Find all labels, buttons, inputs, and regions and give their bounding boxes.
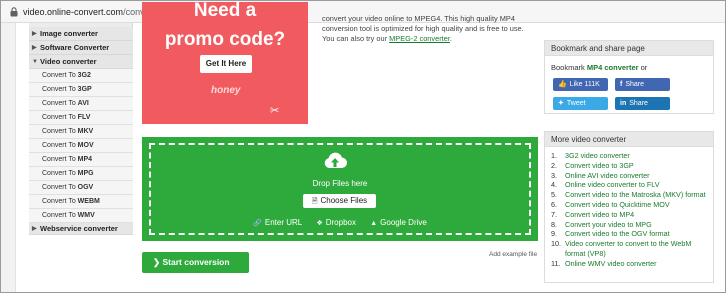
chevron-down-icon: ▼ bbox=[32, 59, 38, 65]
file-dropzone[interactable]: Drop Files here 🗎 Choose Files 🔗 Enter URL… bbox=[142, 137, 538, 241]
sidebar-item-mov[interactable]: Convert To MOV bbox=[29, 139, 133, 153]
sidebar-item-mpg[interactable]: Convert To MPG bbox=[29, 167, 133, 181]
google-drive-icon: ▲ bbox=[370, 220, 378, 227]
sidebar-category-software[interactable]: ▶ Software Converter bbox=[29, 41, 133, 55]
promo-get-it-button[interactable]: Get It Here bbox=[200, 55, 252, 73]
page-gutter bbox=[1, 23, 16, 292]
choose-files-button[interactable]: 🗎 Choose Files bbox=[303, 194, 376, 208]
add-example-file-link[interactable]: Add example file bbox=[489, 251, 537, 258]
start-conversion-button[interactable]: ❯ Start conversion bbox=[142, 252, 249, 273]
bookmark-share-box: Bookmark and share page Bookmark MP4 con… bbox=[544, 40, 714, 114]
list-item[interactable]: 9. Convert video to the OGV format bbox=[551, 229, 711, 239]
bookmark-text: Bookmark MP4 converter or bbox=[551, 63, 648, 72]
cloud-upload-icon bbox=[324, 152, 347, 169]
drop-files-text: Drop Files here bbox=[312, 179, 368, 188]
url-domain: video.online-convert.com bbox=[23, 7, 124, 17]
chevron-right-icon: ▶ bbox=[32, 226, 37, 232]
promo-headline-1: Need a bbox=[193, 2, 257, 21]
sidebar-item-flv[interactable]: Convert To FLV bbox=[29, 111, 133, 125]
more-video-converter-title: More video converter bbox=[545, 132, 713, 147]
facebook-share-button[interactable]: f Share bbox=[615, 78, 670, 91]
file-icon: 🗎 bbox=[311, 198, 318, 205]
list-item[interactable]: 10. Video converter to convert to the Web… bbox=[551, 239, 711, 259]
list-item[interactable]: 4. Online video converter to FLV bbox=[551, 180, 711, 190]
sidebar-item-avi[interactable]: Convert To AVI bbox=[29, 97, 133, 111]
sidebar-category-image[interactable]: ▶ Image converter bbox=[29, 27, 133, 41]
sidebar-item-webm[interactable]: Convert To WEBM bbox=[29, 195, 133, 209]
list-item[interactable]: 6. Convert video to Quicktime MOV bbox=[551, 200, 711, 210]
upload-sources: 🔗 Enter URL ❖ Dropbox ▲ Google Drive bbox=[142, 218, 538, 227]
sidebar-item-ogv[interactable]: Convert To OGV bbox=[29, 181, 133, 195]
facebook-icon: f bbox=[620, 81, 623, 88]
list-item[interactable]: 3. Online AVI video converter bbox=[551, 171, 711, 181]
thumbs-up-icon: 👍 bbox=[558, 81, 567, 88]
more-video-converter-box: More video converter 1. 3G2 video convert… bbox=[544, 131, 714, 283]
lock-icon bbox=[10, 7, 18, 17]
chevron-right-icon: ▶ bbox=[32, 45, 37, 51]
promo-headline-2: promo code? bbox=[164, 29, 286, 50]
sidebar-item-mkv[interactable]: Convert To MKV bbox=[29, 125, 133, 139]
linkedin-icon: in bbox=[620, 100, 627, 107]
sidebar-item-3gp[interactable]: Convert To 3GP bbox=[29, 83, 133, 97]
sidebar-category-video[interactable]: ▼ Video converter bbox=[29, 55, 133, 69]
chevron-right-icon: ▶ bbox=[32, 31, 37, 37]
list-item[interactable]: 5. Convert video to the Matroska (MKV) fo… bbox=[551, 190, 711, 200]
sidebar-item-wmv[interactable]: Convert To WMV bbox=[29, 209, 133, 223]
mpeg2-converter-link[interactable]: MPEG-2 converter bbox=[389, 34, 450, 43]
list-item[interactable]: 1. 3G2 video converter bbox=[551, 151, 711, 161]
link-icon: 🔗 bbox=[253, 220, 262, 227]
facebook-like-button[interactable]: 👍 Like 111K bbox=[553, 78, 608, 91]
linkedin-share-button[interactable]: in Share bbox=[615, 97, 670, 110]
dropbox-link[interactable]: ❖ Dropbox bbox=[316, 218, 356, 227]
tweet-button[interactable]: ✦ Tweet bbox=[553, 97, 608, 110]
list-item[interactable]: 11. Online WMV video converter bbox=[551, 259, 711, 269]
promo-banner[interactable]: Need a promo code? Get It Here honey ✂ bbox=[142, 2, 308, 124]
scissors-icon: ✂ bbox=[270, 105, 280, 117]
sidebar-item-mp4[interactable]: Convert To MP4 bbox=[29, 153, 133, 167]
google-drive-link[interactable]: ▲ Google Drive bbox=[370, 218, 427, 227]
honey-logo: honey bbox=[211, 85, 241, 96]
sidebar: ▶ Image converter ▶ Software Converter ▼ Vi… bbox=[29, 23, 133, 235]
sidebar-item-3g2[interactable]: Convert To 3G2 bbox=[29, 69, 133, 83]
intro-text: convert your video online to MPEG4. This… bbox=[322, 14, 524, 43]
enter-url-link[interactable]: 🔗 Enter URL bbox=[253, 218, 302, 227]
sidebar-category-webservice[interactable]: ▶ Webservice converter bbox=[29, 223, 133, 235]
bookmark-share-title: Bookmark and share page bbox=[545, 41, 713, 56]
twitter-icon: ✦ bbox=[558, 100, 564, 107]
bookmark-mp4-link[interactable]: MP4 converter bbox=[587, 63, 639, 72]
list-item[interactable]: 8. Convert your video to MPG bbox=[551, 220, 711, 230]
list-item[interactable]: 7. Convert video to MP4 bbox=[551, 210, 711, 220]
dropbox-icon: ❖ bbox=[316, 220, 323, 227]
video-converter-list: 1. 3G2 video converter 2. Convert video to… bbox=[551, 151, 711, 269]
list-item[interactable]: 2. Convert video to 3GP bbox=[551, 161, 711, 171]
